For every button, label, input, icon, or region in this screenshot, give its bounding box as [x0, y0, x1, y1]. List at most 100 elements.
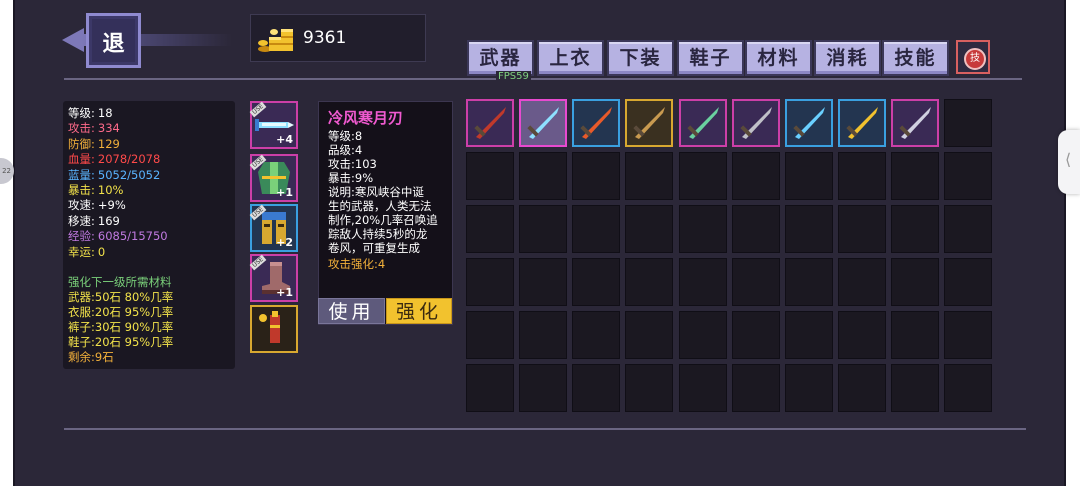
inventory-slot-empty[interactable]: [785, 364, 833, 412]
inventory-slot-empty[interactable]: [466, 205, 514, 253]
side-panel-tab[interactable]: ⟨: [1058, 130, 1080, 194]
stat-value: 2078/2078: [97, 152, 161, 167]
enhance-level: +2: [276, 236, 293, 249]
inventory-slot-empty[interactable]: [679, 205, 727, 253]
inventory-slot-empty[interactable]: [625, 152, 673, 200]
tab-skills[interactable]: 技能: [882, 40, 949, 76]
accessory-slot[interactable]: [250, 305, 298, 353]
inventory-slot-empty[interactable]: [732, 364, 780, 412]
settings-icon: 技: [964, 48, 986, 70]
enhance-button[interactable]: 强化: [386, 298, 452, 324]
stat-value: 10%: [97, 183, 124, 197]
inventory-slot-empty[interactable]: [679, 258, 727, 306]
bottom-divider: [64, 428, 1026, 430]
inventory-item[interactable]: [466, 99, 514, 147]
inventory-slot-empty[interactable]: [944, 152, 992, 200]
inventory-slot-empty[interactable]: [785, 152, 833, 200]
inventory-slot-empty[interactable]: [625, 311, 673, 359]
detail-line: 生的武器，人类无法: [328, 199, 432, 213]
inventory-slot-empty[interactable]: [572, 258, 620, 306]
inventory-item[interactable]: [572, 99, 620, 147]
inventory-slot-empty[interactable]: [891, 152, 939, 200]
stat-row: 等级: 18: [68, 106, 113, 121]
detail-line: 踪敌人持续5秒的龙: [328, 227, 428, 241]
inventory-slot-empty[interactable]: [732, 258, 780, 306]
use-button[interactable]: 使用: [318, 298, 385, 324]
inventory-slot-empty[interactable]: [785, 258, 833, 306]
inventory-slot-empty[interactable]: [679, 311, 727, 359]
inventory-slot-empty[interactable]: [785, 205, 833, 253]
inventory-slot-empty[interactable]: [732, 152, 780, 200]
inventory-slot-empty[interactable]: [679, 364, 727, 412]
inventory-slot-empty[interactable]: [944, 205, 992, 253]
detail-line: 攻击:103: [328, 157, 377, 171]
inventory-slot-empty[interactable]: [944, 99, 992, 147]
stat-label: 蓝量:: [68, 167, 95, 182]
inventory-slot-empty[interactable]: [838, 364, 886, 412]
gold-amount: 9361: [303, 28, 347, 48]
inventory-slot-empty[interactable]: [519, 258, 567, 306]
inventory-slot-empty[interactable]: [625, 205, 673, 253]
pants-slot[interactable]: USE +2: [249, 204, 298, 252]
enhance-level: +1: [276, 186, 293, 199]
inventory-slot-empty[interactable]: [732, 311, 780, 359]
inventory-item[interactable]: [838, 99, 886, 147]
floating-assistant-ball[interactable]: 22: [0, 158, 14, 184]
stat-value: 0: [97, 244, 106, 259]
inventory-item[interactable]: [785, 99, 833, 147]
stat-label: 等级:: [68, 106, 95, 120]
inventory-slot-empty[interactable]: [466, 152, 514, 200]
inventory-slot-empty[interactable]: [838, 152, 886, 200]
inventory-slot-empty[interactable]: [785, 311, 833, 359]
upgrade-title: 强化下一级所需材料: [68, 275, 172, 289]
inventory-slot-empty[interactable]: [679, 152, 727, 200]
inventory-slot-empty[interactable]: [838, 258, 886, 306]
inventory-slot-empty[interactable]: [466, 258, 514, 306]
tab-tops[interactable]: 上衣: [537, 40, 604, 76]
enhance-level: +1: [276, 286, 293, 299]
inventory-slot-empty[interactable]: [572, 311, 620, 359]
shoes-slot[interactable]: USE +1: [249, 254, 298, 302]
inventory-slot-empty[interactable]: [891, 205, 939, 253]
detail-line: 卷风，可重复生成: [328, 241, 420, 255]
settings-button[interactable]: 技: [956, 40, 990, 74]
inventory-item[interactable]: [519, 99, 567, 147]
stat-value: 6085/15750: [97, 229, 168, 244]
inventory-slot-empty[interactable]: [891, 311, 939, 359]
stat-row: 血量: 2078/2078: [68, 152, 160, 167]
inventory-slot-empty[interactable]: [519, 205, 567, 253]
inventory-slot-empty[interactable]: [944, 258, 992, 306]
inventory-slot-empty[interactable]: [944, 311, 992, 359]
inventory-slot-empty[interactable]: [838, 311, 886, 359]
inventory-slot-empty[interactable]: [944, 364, 992, 412]
weapon-slot[interactable]: USE +4: [249, 101, 298, 149]
inventory-slot-empty[interactable]: [572, 364, 620, 412]
inventory-slot-empty[interactable]: [572, 152, 620, 200]
tab-materials[interactable]: 材料: [745, 40, 812, 76]
top-slot[interactable]: USE +1: [249, 154, 298, 202]
inventory-item[interactable]: [625, 99, 673, 147]
inventory-slot-empty[interactable]: [466, 311, 514, 359]
inventory-slot-empty[interactable]: [838, 205, 886, 253]
inventory-slot-empty[interactable]: [519, 311, 567, 359]
upgrade-line: 鞋子:20石 95%几率: [68, 335, 174, 349]
inventory-slot-empty[interactable]: [466, 364, 514, 412]
tab-bottoms[interactable]: 下装: [607, 40, 674, 76]
stat-value: 334: [97, 121, 120, 136]
inventory-slot-empty[interactable]: [519, 152, 567, 200]
stat-label: 幸运:: [68, 244, 95, 259]
tab-consumables[interactable]: 消耗: [814, 40, 881, 76]
inventory-slot-empty[interactable]: [625, 258, 673, 306]
back-button[interactable]: 退: [86, 13, 141, 68]
tab-shoes[interactable]: 鞋子: [677, 40, 744, 76]
inventory-slot-empty[interactable]: [732, 205, 780, 253]
inventory-slot-empty[interactable]: [625, 364, 673, 412]
back-button-label: 退: [102, 32, 125, 57]
inventory-slot-empty[interactable]: [572, 205, 620, 253]
inventory-item[interactable]: [732, 99, 780, 147]
inventory-item[interactable]: [679, 99, 727, 147]
inventory-item[interactable]: [891, 99, 939, 147]
inventory-slot-empty[interactable]: [519, 364, 567, 412]
inventory-slot-empty[interactable]: [891, 364, 939, 412]
inventory-slot-empty[interactable]: [891, 258, 939, 306]
